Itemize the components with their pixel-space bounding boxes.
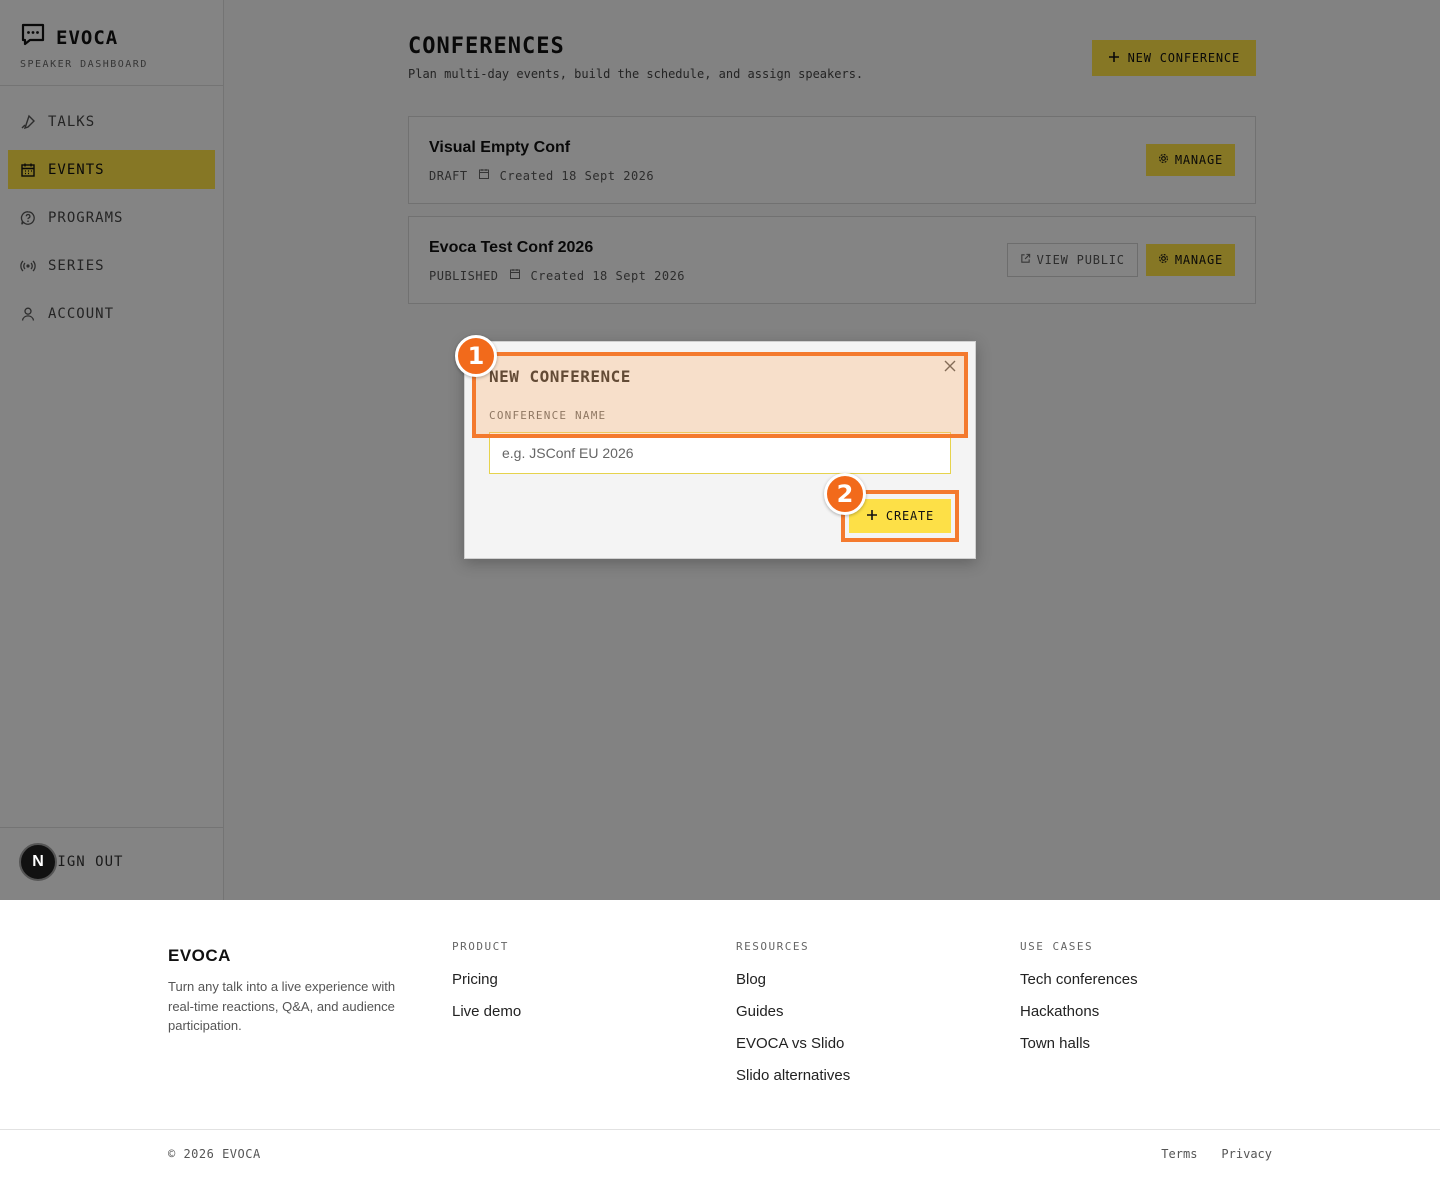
footer-column-use-cases: USE CASES Tech conferences Hackathons To… [1020, 940, 1138, 1067]
footer-column-resources: RESOURCES Blog Guides EVOCA vs Slido Sli… [736, 940, 850, 1099]
nextjs-badge[interactable]: N [19, 843, 57, 881]
footer-brand[interactable]: EVOCA [168, 946, 231, 966]
site-footer: EVOCA Turn any talk into a live experien… [0, 900, 1440, 1178]
terms-link[interactable]: Terms [1161, 1147, 1197, 1161]
footer-column-product: PRODUCT Pricing Live demo [452, 940, 521, 1035]
footer-link-blog[interactable]: Blog [736, 971, 850, 1003]
footer-description: Turn any talk into a live experience wit… [168, 979, 396, 1033]
footer-column-title: USE CASES [1020, 940, 1094, 953]
privacy-link[interactable]: Privacy [1221, 1147, 1272, 1161]
footer-link-live-demo[interactable]: Live demo [452, 1003, 521, 1035]
conference-name-label: CONFERENCE NAME [489, 409, 607, 422]
footer-link-evoca-vs-slido[interactable]: EVOCA vs Slido [736, 1035, 850, 1067]
new-conference-dialog: NEW CONFERENCE CONFERENCE NAME CREATE [464, 341, 976, 559]
footer-link-tech-conferences[interactable]: Tech conferences [1020, 971, 1138, 1003]
footer-link-guides[interactable]: Guides [736, 1003, 850, 1035]
divider [0, 1129, 1440, 1130]
button-label: CREATE [885, 509, 935, 523]
app-shell: EVOCA SPEAKER DASHBOARD TALKS EVENTS PRO… [0, 0, 1440, 900]
plus-icon [866, 509, 878, 524]
step-marker: 1 [455, 335, 497, 377]
footer-link-slido-alternatives[interactable]: Slido alternatives [736, 1067, 850, 1099]
copyright: © 2026 EVOCA [168, 1147, 261, 1161]
footer-column-title: PRODUCT [452, 940, 509, 953]
legal-links: Terms Privacy [1161, 1147, 1272, 1161]
step-marker: 2 [824, 473, 866, 515]
close-icon[interactable] [941, 357, 959, 375]
footer-link-hackathons[interactable]: Hackathons [1020, 1003, 1138, 1035]
footer-link-pricing[interactable]: Pricing [452, 971, 521, 1003]
conference-name-input[interactable] [489, 432, 951, 474]
footer-link-town-halls[interactable]: Town halls [1020, 1035, 1138, 1067]
dialog-title: NEW CONFERENCE [489, 367, 631, 386]
create-button[interactable]: CREATE [849, 499, 951, 533]
footer-column-title: RESOURCES [736, 940, 810, 953]
